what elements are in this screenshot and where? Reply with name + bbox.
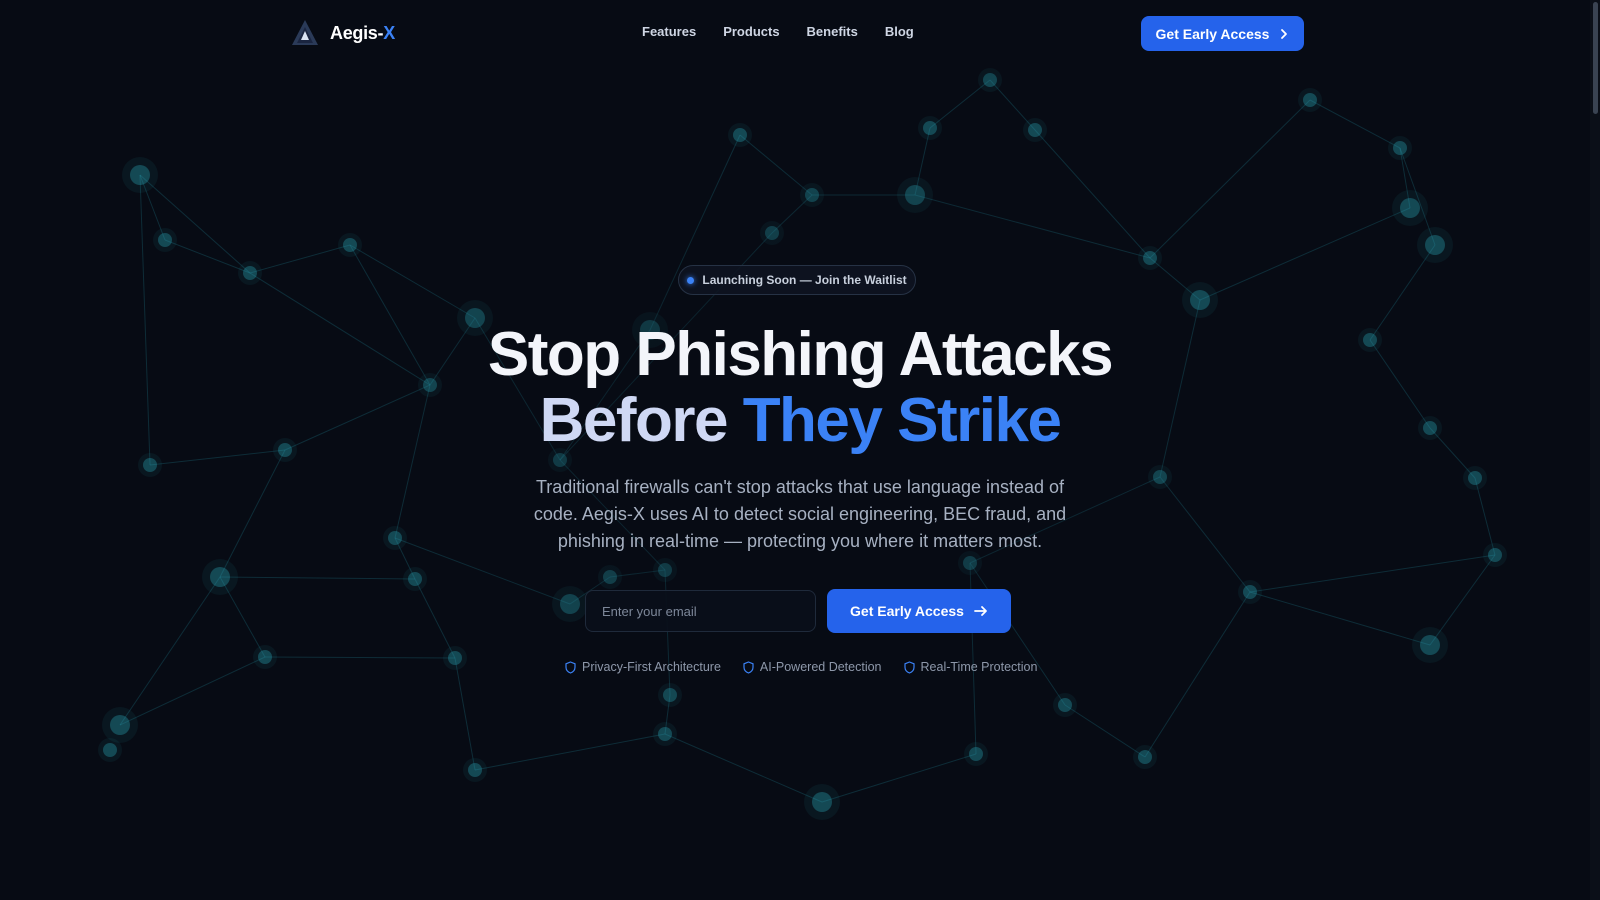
shield-icon — [565, 660, 576, 674]
feature-label: AI-Powered Detection — [759, 660, 882, 674]
feature-label: Privacy-First Architecture — [582, 660, 721, 674]
nav-link-features[interactable]: Features — [642, 24, 696, 39]
shield-icon — [903, 660, 915, 674]
brand-logo-link[interactable]: Aegis- X — [290, 18, 395, 48]
nav-link-benefits[interactable]: Benefits — [807, 24, 858, 39]
chevron-right-icon — [1281, 28, 1288, 39]
hero-cta-label: Get Early Access — [850, 603, 964, 619]
hero-headline: Stop Phishing Attacks Before They Strike — [400, 322, 1200, 454]
nav-link-products[interactable]: Products — [723, 24, 779, 39]
top-navigation-bar: Aegis- X Features Products Benefits Blog … — [0, 0, 1600, 66]
brand-name: Aegis- — [330, 22, 384, 43]
header-cta-label: Get Early Access — [1155, 25, 1270, 42]
triangle-logo-icon — [292, 20, 318, 45]
feature-item: Real-Time Protection — [903, 660, 1038, 674]
header-get-early-access-button[interactable]: Get Early Access — [1141, 16, 1304, 51]
page-scrollbar[interactable] — [1590, 0, 1600, 900]
nav-link-blog[interactable]: Blog — [885, 24, 914, 39]
launch-badge-text: Launching Soon — Join the Waitlist — [702, 273, 907, 287]
email-input[interactable] — [585, 590, 816, 632]
main-nav: Features Products Benefits Blog — [642, 24, 914, 39]
headline-line-2: Before They Strike — [400, 388, 1200, 454]
feature-item: AI-Powered Detection — [743, 660, 882, 674]
status-dot-icon — [687, 276, 695, 284]
feature-label: Real-Time Protection — [920, 660, 1038, 674]
launch-badge: Launching Soon — Join the Waitlist — [678, 265, 916, 295]
arrow-right-icon — [974, 606, 987, 616]
feature-item: Privacy-First Architecture — [565, 660, 721, 674]
shield-icon — [743, 660, 754, 674]
scrollbar-thumb[interactable] — [1593, 2, 1598, 114]
hero-description: Traditional firewalls can't stop attacks… — [533, 477, 1067, 551]
brand-suffix: X — [383, 22, 396, 43]
headline-before: Before — [539, 386, 729, 455]
hero-get-early-access-button[interactable]: Get Early Access — [827, 589, 1011, 633]
hero-section: Launching Soon — Join the Waitlist Stop … — [0, 0, 1600, 900]
headline-accent: They Strike — [742, 386, 1062, 455]
headline-line-1: Stop Phishing Attacks — [487, 320, 1114, 389]
feature-highlights: Privacy-First Architecture AI-Powered De… — [565, 660, 1037, 674]
